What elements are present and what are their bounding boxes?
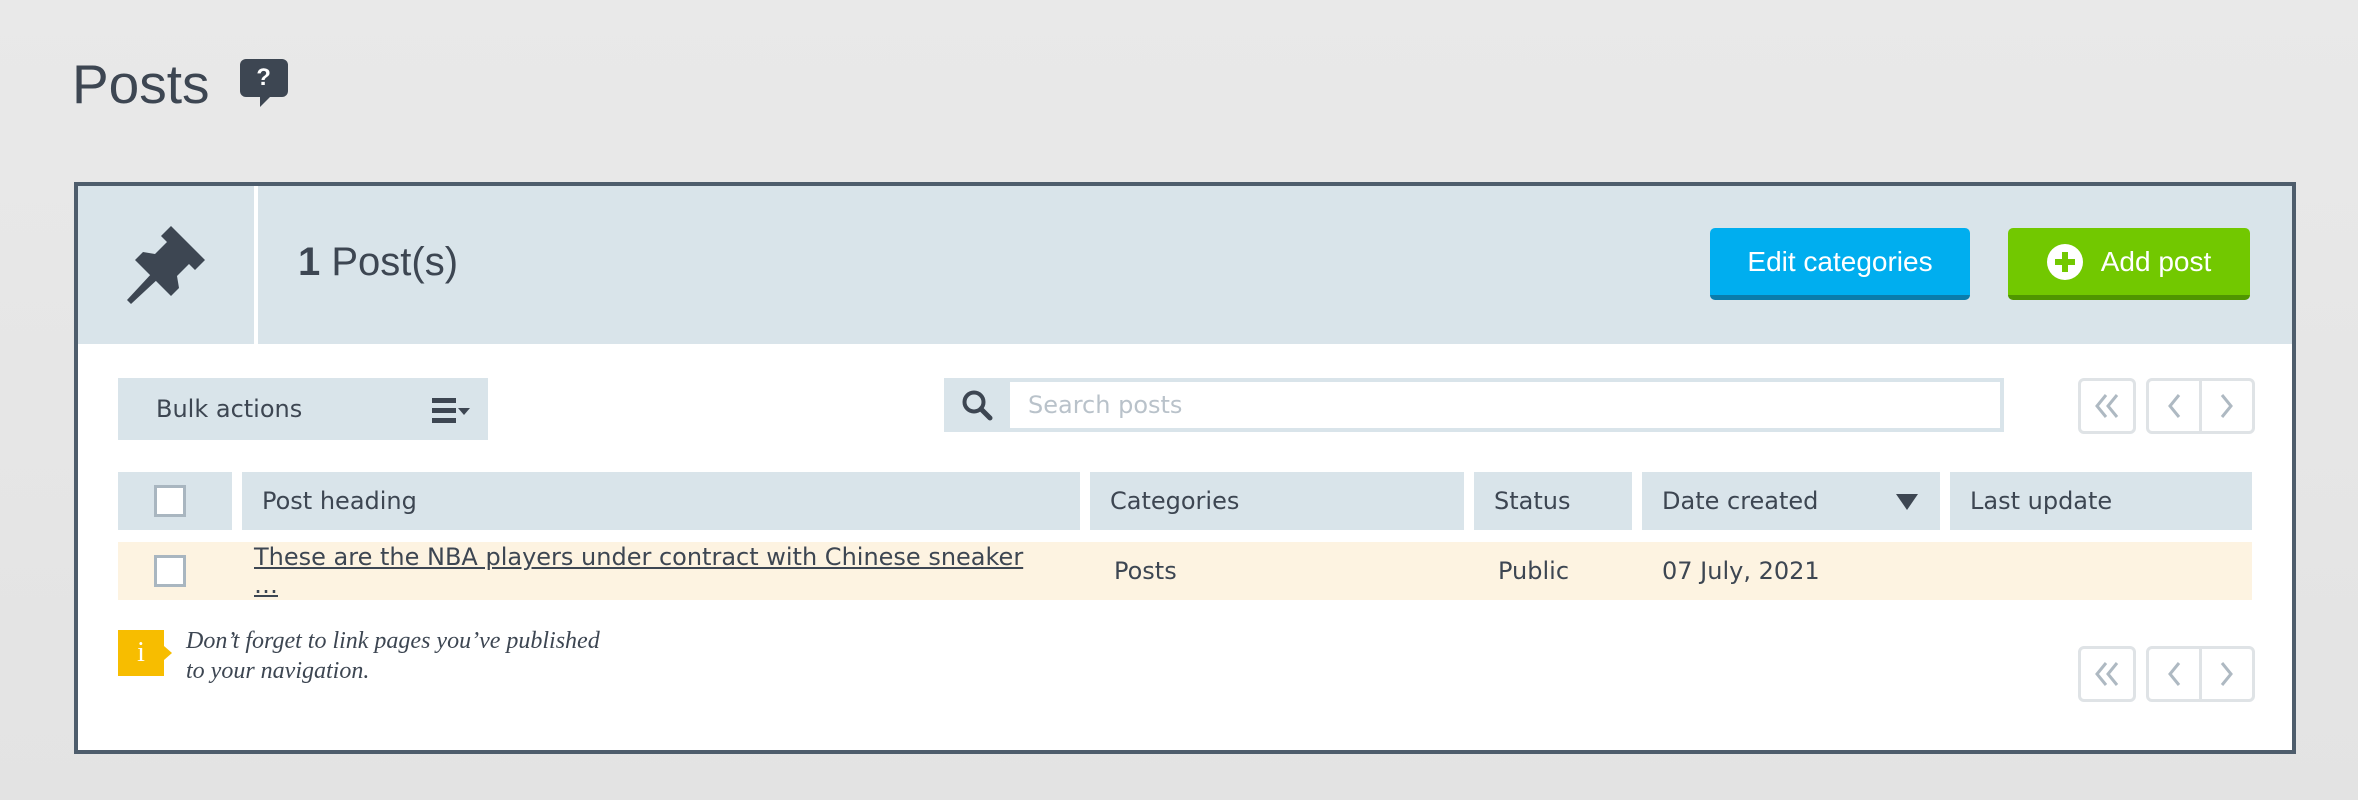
info-icon: i: [118, 630, 172, 676]
prev-page-button[interactable]: [2146, 646, 2202, 702]
post-count-number: 1: [298, 240, 321, 284]
select-all-checkbox[interactable]: [154, 485, 186, 517]
select-all-cell: [118, 472, 232, 530]
post-heading-link[interactable]: These are the NBA players under contract…: [254, 543, 1040, 599]
column-header-categories[interactable]: Categories: [1090, 472, 1464, 530]
table-header: Post heading Categories Status Date crea…: [118, 472, 2252, 530]
row-select-cell: [154, 542, 186, 600]
chevron-left-icon: [2168, 394, 2181, 418]
search-bar: [944, 378, 2004, 432]
column-label: Status: [1494, 487, 1571, 515]
bulk-actions-dropdown[interactable]: Bulk actions: [118, 378, 488, 440]
post-count-label: Post(s): [320, 240, 459, 284]
status-cell: Public: [1498, 557, 1570, 585]
notice-line-2: to your navigation.: [186, 658, 370, 684]
column-label: Last update: [1970, 487, 2113, 515]
double-chevron-left-icon: [2095, 662, 2119, 686]
next-page-button[interactable]: [2199, 378, 2255, 434]
category-cell: Posts: [1114, 557, 1177, 585]
column-header-status[interactable]: Status: [1474, 472, 1632, 530]
column-header-last-update[interactable]: Last update: [1950, 472, 2252, 530]
panel-header: 1 Post(s) Edit categories Add post: [78, 186, 2292, 344]
list-dropdown-icon: [432, 398, 470, 424]
chevron-right-icon: [2220, 394, 2233, 418]
first-page-button[interactable]: [2078, 646, 2136, 702]
add-post-label: Add post: [2100, 245, 2212, 277]
notice-line-1: Don’t forget to link pages you’ve publis…: [186, 628, 600, 654]
help-icon[interactable]: ?: [239, 59, 290, 107]
plus-circle-icon: [2046, 243, 2083, 280]
search-button[interactable]: [944, 378, 1010, 432]
column-label: Post heading: [262, 487, 417, 515]
row-checkbox[interactable]: [154, 555, 186, 587]
pagination-top: [2078, 378, 2258, 434]
chevron-left-icon: [2168, 662, 2181, 686]
column-header-date-created[interactable]: Date created: [1642, 472, 1940, 530]
posts-panel: 1 Post(s) Edit categories Add post Bulk …: [74, 182, 2296, 754]
edit-categories-button[interactable]: Edit categories: [1710, 228, 1970, 300]
next-page-button[interactable]: [2199, 646, 2255, 702]
pushpin-icon: [127, 226, 205, 304]
column-header-post-heading[interactable]: Post heading: [242, 472, 1080, 530]
help-icon-label: ?: [239, 59, 288, 97]
column-label: Categories: [1110, 487, 1240, 515]
prev-page-button[interactable]: [2146, 378, 2202, 434]
post-heading-cell: These are the NBA players under contract…: [254, 542, 1040, 600]
pin-icon-cell: [78, 186, 258, 344]
column-label: Date created: [1662, 487, 1819, 515]
double-chevron-left-icon: [2095, 394, 2119, 418]
table-row[interactable]: These are the NBA players under contract…: [118, 542, 2252, 600]
bulk-actions-label: Bulk actions: [156, 395, 303, 423]
chevron-right-icon: [2220, 662, 2233, 686]
notice-text: Don’t forget to link pages you’ve publis…: [186, 626, 656, 686]
page-header: Posts ?: [72, 52, 290, 116]
date-created-cell: 07 July, 2021: [1662, 557, 1820, 585]
sort-down-icon: [1896, 494, 1918, 510]
page-title: Posts: [72, 53, 210, 115]
search-icon: [962, 390, 993, 421]
post-count: 1 Post(s): [298, 240, 458, 285]
first-page-button[interactable]: [2078, 378, 2136, 434]
add-post-button[interactable]: Add post: [2008, 228, 2250, 300]
search-input[interactable]: [1010, 378, 2004, 432]
navigation-notice: i Don’t forget to link pages you’ve publ…: [118, 626, 656, 686]
edit-categories-label: Edit categories: [1747, 245, 1933, 277]
pagination-bottom: [2078, 646, 2258, 702]
